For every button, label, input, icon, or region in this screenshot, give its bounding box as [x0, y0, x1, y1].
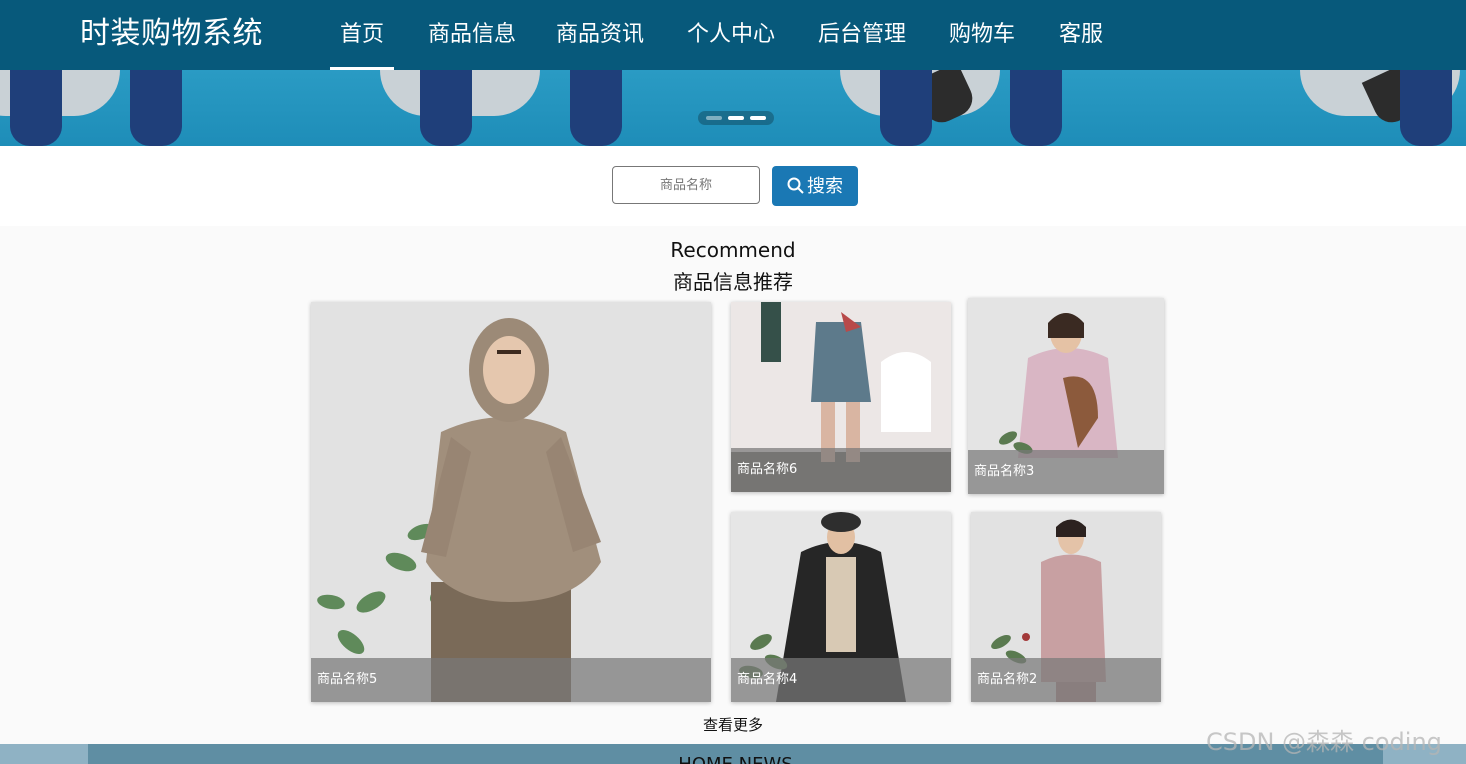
carousel-dot[interactable]	[728, 116, 744, 120]
search-button[interactable]: 搜索	[772, 166, 858, 206]
product-card[interactable]: 商品名称6	[731, 302, 951, 492]
product-name: 商品名称3	[968, 450, 1164, 494]
product-card[interactable]: 商品名称2	[971, 512, 1161, 702]
nav-item-home[interactable]: 首页	[330, 0, 394, 70]
carousel-dot[interactable]	[706, 116, 722, 120]
news-section-title: HOME NEWS	[88, 754, 1383, 764]
banner-figure	[130, 70, 182, 146]
carousel-dot[interactable]	[750, 116, 766, 120]
banner-figure	[880, 70, 932, 146]
banner-figure	[10, 70, 62, 146]
banner-figure	[1010, 70, 1062, 146]
search-icon	[787, 177, 804, 194]
search-input[interactable]	[612, 166, 760, 204]
banner-figure	[1400, 70, 1452, 146]
product-card[interactable]: 商品名称5	[311, 302, 711, 702]
product-name: 商品名称6	[731, 448, 951, 492]
top-navbar: 时装购物系统 首页 商品信息 商品资讯 个人中心 后台管理 购物车 客服	[0, 0, 1466, 70]
search-section: 搜索	[0, 146, 1466, 226]
banner-figure	[570, 70, 622, 146]
search-button-label: 搜索	[807, 176, 843, 197]
banner-carousel[interactable]	[0, 70, 1466, 146]
site-brand[interactable]: 时装购物系统	[80, 14, 263, 54]
news-section: HOME NEWS	[88, 744, 1383, 764]
section-title-en: Recommend	[670, 238, 796, 262]
product-name: 商品名称2	[971, 658, 1161, 702]
nav-item-admin[interactable]: 后台管理	[817, 0, 907, 70]
nav-item-products[interactable]: 商品信息	[427, 0, 517, 70]
watermark: CSDN @森森 coding	[1206, 728, 1442, 756]
product-card[interactable]: 商品名称4	[731, 512, 951, 702]
product-image	[311, 302, 711, 702]
product-name: 商品名称5	[311, 658, 711, 702]
product-name: 商品名称4	[731, 658, 951, 702]
nav-item-service[interactable]: 客服	[1058, 0, 1104, 70]
banner-figure	[420, 70, 472, 146]
nav-item-news[interactable]: 商品资讯	[555, 0, 645, 70]
section-title-cn: 商品信息推荐	[673, 270, 793, 294]
carousel-indicators	[698, 111, 774, 125]
nav-item-cart[interactable]: 购物车	[948, 0, 1016, 70]
nav-item-profile[interactable]: 个人中心	[686, 0, 776, 70]
product-card[interactable]: 商品名称3	[968, 298, 1164, 494]
